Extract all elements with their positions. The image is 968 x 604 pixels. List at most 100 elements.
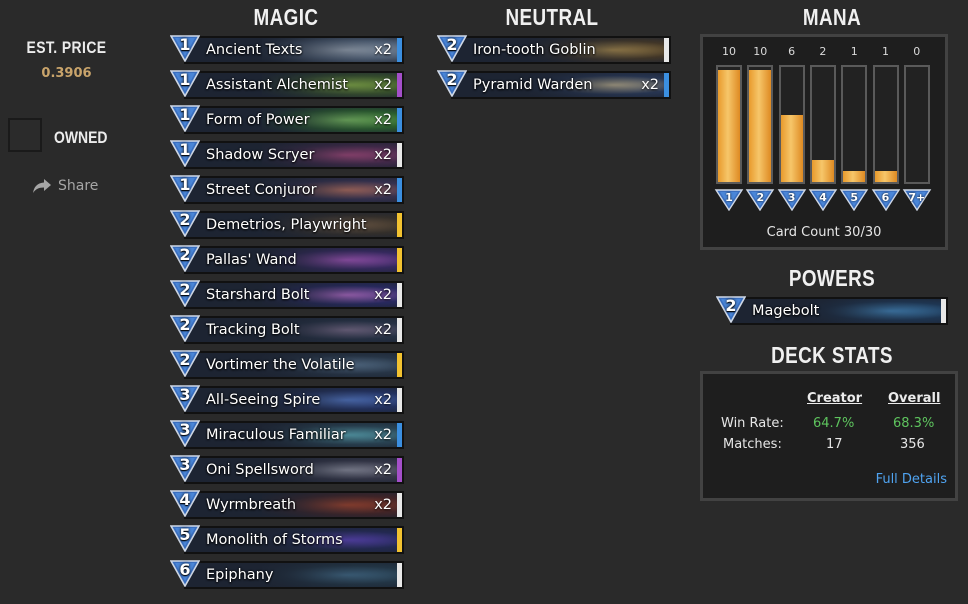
matches-label: Matches: <box>723 437 782 452</box>
card-row-pallas-wand[interactable]: Pallas' Wand 2 <box>170 244 406 275</box>
card-row-miraculous-familiar[interactable]: Miraculous Familiar x2 3 <box>170 419 406 450</box>
mana-count-label: 1 <box>882 45 889 58</box>
rarity-indicator <box>664 38 669 62</box>
card-row-monolith-of-storms[interactable]: Monolith of Storms 5 <box>170 524 406 555</box>
rarity-indicator <box>397 213 402 237</box>
mana-count-label: 2 <box>819 45 827 58</box>
card-row-assistant-alchemist[interactable]: Assistant Alchemist x2 1 <box>170 69 406 100</box>
mana-cost-gem: 5 <box>170 524 200 552</box>
mana-count-label: 1 <box>850 45 858 58</box>
card-name-bar: Oni Spellsword x2 <box>184 456 404 484</box>
card-row-demetrios-playwright[interactable]: Demetrios, Playwright 2 <box>170 209 406 240</box>
rarity-indicator <box>397 493 402 517</box>
card-count-badge: x2 <box>374 147 392 163</box>
card-name: Oni Spellsword <box>206 462 314 478</box>
card-row-street-conjuror[interactable]: Street Conjuror x2 1 <box>170 174 406 205</box>
share-button[interactable]: Share <box>32 178 98 194</box>
cost-value: 2 <box>725 296 737 315</box>
card-name: Shadow Scryer <box>206 147 315 163</box>
card-name: Starshard Bolt <box>206 287 310 303</box>
rarity-indicator <box>397 73 402 97</box>
mana-bar-fill <box>874 170 897 182</box>
mana-bar[interactable] <box>903 65 930 184</box>
mana-cost-label: 7+ <box>908 191 926 204</box>
card-name-bar: Assistant Alchemist x2 <box>184 71 404 99</box>
card-row-oni-spellsword[interactable]: Oni Spellsword x2 3 <box>170 454 406 485</box>
mana-cost-gem: 3 <box>170 419 200 447</box>
card-name: Ancient Texts <box>206 42 303 58</box>
cost-value: 2 <box>179 280 191 299</box>
rarity-indicator <box>397 143 402 167</box>
mana-cost-gem: 1 <box>170 104 200 132</box>
rarity-indicator <box>664 73 669 97</box>
card-name-bar: Street Conjuror x2 <box>184 176 404 204</box>
card-row-all-seeing-spire[interactable]: All-Seeing Spire x2 3 <box>170 384 406 415</box>
powers-title: POWERS <box>788 265 876 291</box>
rarity-indicator <box>397 353 402 377</box>
deck-info-panel: EST. PRICE 0.3906 OWNED Share <box>0 0 160 604</box>
cost-value: 3 <box>179 385 191 404</box>
card-name: Pallas' Wand <box>206 252 297 268</box>
card-row-pyramid-warden[interactable]: Pyramid Warden x2 2 <box>437 69 673 100</box>
card-count-badge: x2 <box>374 427 392 443</box>
cost-value: 4 <box>179 490 191 509</box>
mana-bar-fill <box>749 70 772 182</box>
card-name-bar: Demetrios, Playwright <box>184 211 404 239</box>
card-name: Epiphany <box>206 567 274 583</box>
card-row-wyrmbreath[interactable]: Wyrmbreath x2 4 <box>170 489 406 520</box>
card-count-badge: x2 <box>374 182 392 198</box>
col-creator-header: Creator <box>807 391 863 406</box>
mana-bar[interactable] <box>716 65 742 184</box>
card-row-form-of-power[interactable]: Form of Power x2 1 <box>170 104 406 135</box>
rarity-indicator <box>397 178 402 202</box>
full-details-link[interactable]: Full Details <box>876 472 947 487</box>
cost-value: 3 <box>179 455 191 474</box>
card-name-bar: Miraculous Familiar x2 <box>184 421 404 449</box>
mana-cost-label: 6 <box>881 191 890 204</box>
card-row-starshard-bolt[interactable]: Starshard Bolt x2 2 <box>170 279 406 310</box>
card-row-magebolt[interactable]: Magebolt 2 <box>716 295 952 326</box>
mana-cost-gem: 2 <box>170 279 200 307</box>
card-row-tracking-bolt[interactable]: Tracking Bolt x2 2 <box>170 314 406 345</box>
card-count-badge: x2 <box>374 497 392 513</box>
owned-checkbox[interactable] <box>8 118 42 152</box>
mana-count-label: 10 <box>753 45 768 58</box>
rarity-indicator <box>941 299 946 323</box>
mana-bar[interactable] <box>872 65 899 184</box>
card-name: Magebolt <box>752 303 820 319</box>
card-name: Tracking Bolt <box>206 322 300 338</box>
card-row-epiphany[interactable]: Epiphany 6 <box>170 559 406 590</box>
win-rate-creator: 64.7% <box>813 416 855 431</box>
mana-cost-gem: 3 <box>170 384 200 412</box>
card-name-bar: Monolith of Storms <box>184 526 404 554</box>
card-name-bar: Iron-tooth Goblin <box>451 36 671 64</box>
rarity-indicator <box>397 563 402 587</box>
card-count-badge: x2 <box>374 322 392 338</box>
card-row-iron-tooth-goblin[interactable]: Iron-tooth Goblin 2 <box>437 34 673 65</box>
card-row-shadow-scryer[interactable]: Shadow Scryer x2 1 <box>170 139 406 170</box>
mana-bar[interactable] <box>841 65 868 184</box>
card-name-bar: Starshard Bolt x2 <box>184 281 404 309</box>
card-name: Pyramid Warden <box>473 77 593 93</box>
card-count-badge: x2 <box>374 392 392 408</box>
card-row-vortimer-the-volatile[interactable]: Vortimer the Volatile 2 <box>170 349 406 380</box>
mana-cost-gem: 4 <box>170 489 200 517</box>
mana-cost-gem: 1 <box>170 174 200 202</box>
mana-bar[interactable] <box>747 65 774 184</box>
rarity-indicator <box>397 423 402 447</box>
neutral-card-list: Iron-tooth Goblin 2 Pyramid Warden x2 2 <box>437 34 673 104</box>
mana-count-label: 6 <box>788 45 796 58</box>
magic-card-list: Ancient Texts x2 1 Assistant Alchemist x2 1 Fo… <box>170 34 406 594</box>
card-name-bar: Epiphany <box>184 561 404 589</box>
cost-value: 1 <box>179 70 191 89</box>
card-name: Street Conjuror <box>206 182 317 198</box>
owned-label: OWNED <box>54 128 108 147</box>
mana-bar[interactable] <box>778 65 805 184</box>
est-price-value: 0.3906 <box>41 66 92 81</box>
mana-cost-gem: 2 <box>170 314 200 342</box>
cost-value: 2 <box>446 70 458 89</box>
mana-cost-gem: 2 <box>170 209 200 237</box>
mana-bar[interactable] <box>809 65 836 184</box>
card-row-ancient-texts[interactable]: Ancient Texts x2 1 <box>170 34 406 65</box>
card-name: Iron-tooth Goblin <box>473 42 596 58</box>
